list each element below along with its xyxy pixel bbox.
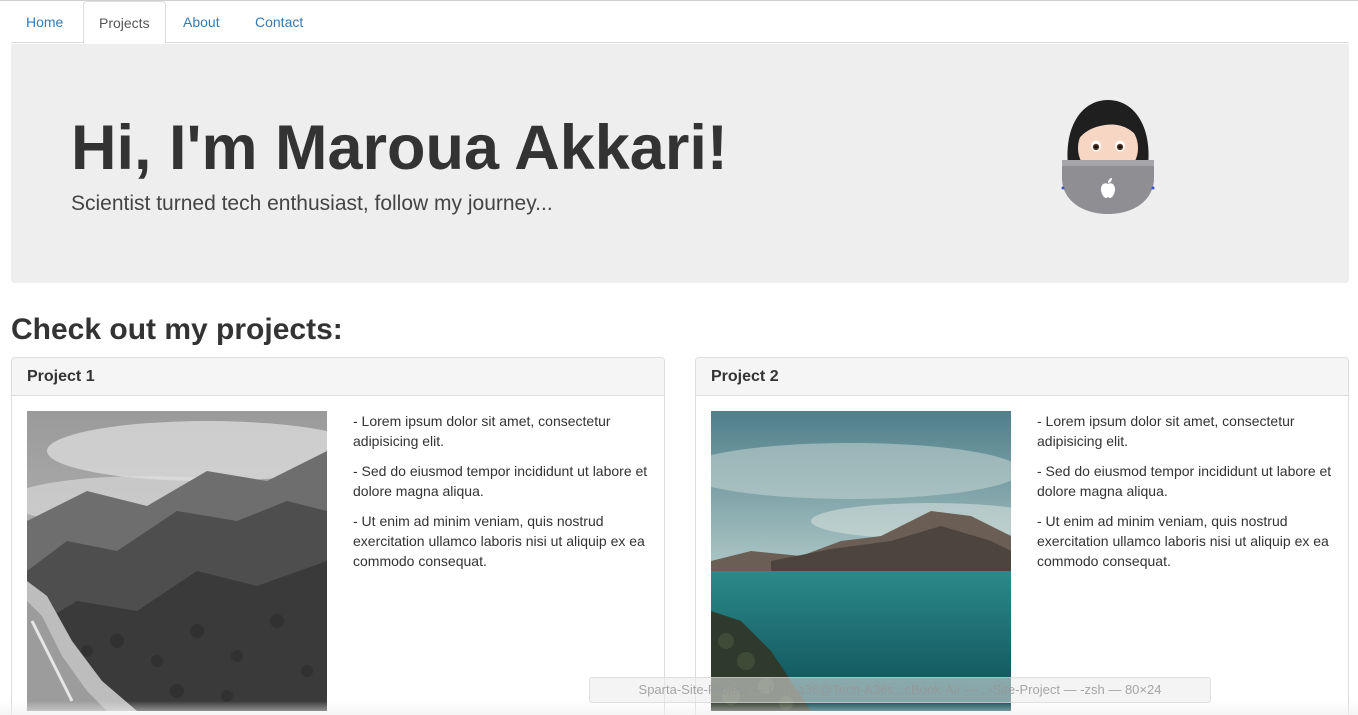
- tab-projects[interactable]: Projects: [83, 1, 166, 44]
- tab-contact[interactable]: Contact: [240, 1, 318, 43]
- projects-heading: Check out my projects:: [11, 313, 343, 346]
- project-2-bullet: - Sed do eiusmod tempor incididunt ut la…: [1037, 463, 1332, 499]
- project-2-description: - Lorem ipsum dolor sit amet, consectetu…: [1037, 411, 1337, 581]
- project-1-image: [27, 411, 327, 711]
- project-1-bullet: - Lorem ipsum dolor sit amet, consectetu…: [353, 413, 611, 449]
- project-panel-1: Project 1 - Lorem ipsum dolor sit amet, …: [11, 357, 665, 715]
- project-1-title: Project 1: [12, 358, 664, 396]
- page: Home Projects About Contact Hi, I'm Maro…: [0, 0, 1358, 715]
- hero-title: Hi, I'm Maroua Akkari!: [71, 113, 728, 183]
- project-1-description: - Lorem ipsum dolor sit amet, consectetu…: [353, 411, 653, 581]
- project-2-image: [711, 411, 1011, 711]
- terminal-window-title[interactable]: Sparta-Site-Project — tech-a36@Tech-A36s…: [589, 677, 1211, 703]
- project-1-bullet: - Sed do eiusmod tempor incididunt ut la…: [353, 463, 648, 499]
- project-panel-2: Project 2 - Lorem ipsum dolor sit amet, …: [695, 357, 1349, 715]
- woman-technologist-avatar-icon: [1061, 100, 1155, 214]
- project-2-bullet: - Ut enim ad minim veniam, quis nostrud …: [1037, 513, 1329, 569]
- tab-about[interactable]: About: [168, 1, 235, 43]
- project-2-bullet: - Lorem ipsum dolor sit amet, consectetu…: [1037, 413, 1295, 449]
- hero-jumbotron: Hi, I'm Maroua Akkari! Scientist turned …: [11, 44, 1349, 283]
- project-2-title: Project 2: [696, 358, 1348, 396]
- project-1-bullet: - Ut enim ad minim veniam, quis nostrud …: [353, 513, 645, 569]
- tab-home[interactable]: Home: [11, 1, 78, 43]
- nav-tabs: Home Projects About Contact: [11, 1, 1349, 44]
- hero-subtitle: Scientist turned tech enthusiast, follow…: [71, 192, 553, 215]
